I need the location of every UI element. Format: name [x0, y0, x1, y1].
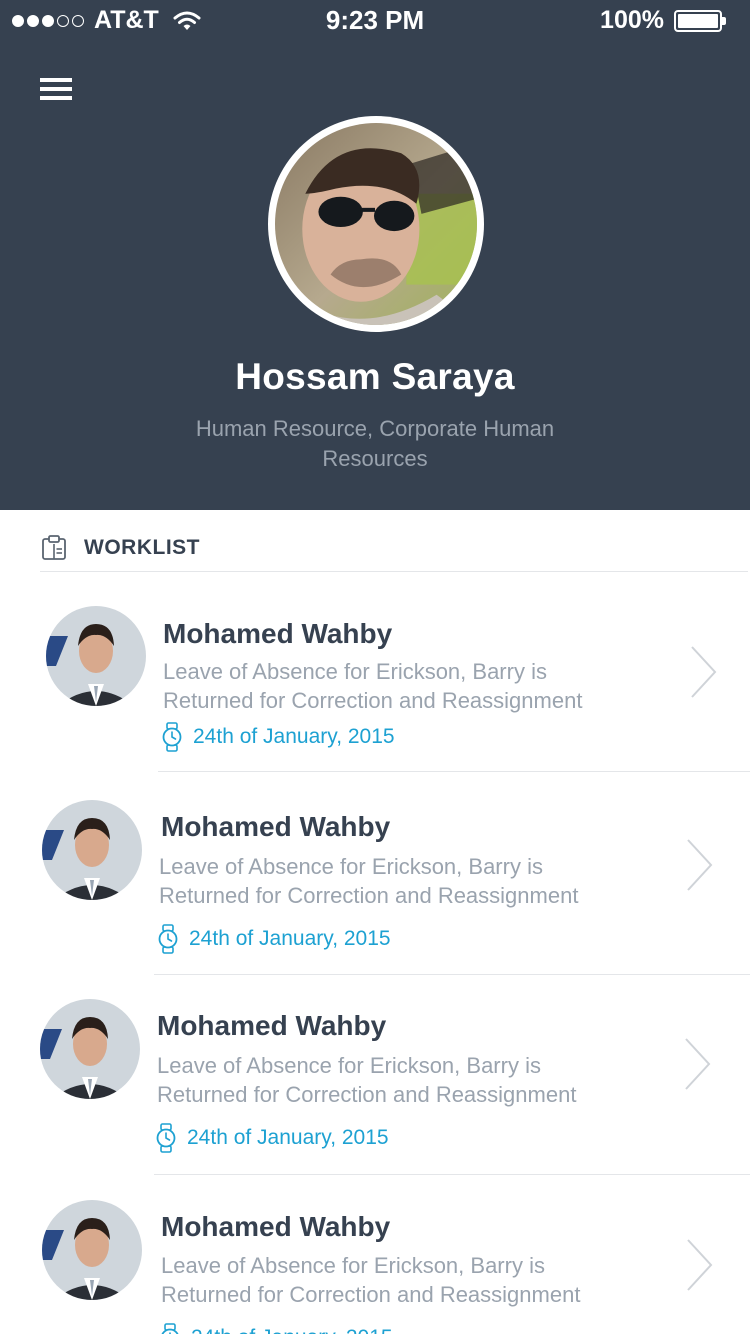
item-avatar — [42, 800, 142, 900]
status-bar: AT&T 9:23 PM 100% — [0, 0, 750, 40]
battery-icon — [674, 9, 726, 32]
hamburger-menu-icon[interactable] — [40, 78, 74, 102]
item-sender-name: Mohamed Wahby — [163, 618, 393, 649]
item-avatar — [40, 999, 140, 1099]
watch-icon — [162, 722, 182, 752]
item-date: 24th of January, 2015 — [189, 927, 391, 950]
chevron-right-icon[interactable] — [686, 838, 714, 892]
item-avatar-photo — [42, 800, 142, 900]
item-date: 24th of January, 2015 — [191, 1326, 393, 1334]
item-description: Leave of Absence for Erickson, Barry is … — [161, 1253, 581, 1307]
item-sender-name: Mohamed Wahby — [161, 1211, 391, 1242]
item-avatar — [42, 1200, 142, 1300]
watch-icon — [161, 1323, 179, 1334]
profile-photo — [275, 123, 477, 325]
chevron-right-icon[interactable] — [686, 1238, 714, 1292]
clipboard-icon — [42, 534, 66, 560]
item-sender-name: Mohamed Wahby — [161, 811, 391, 842]
worklist-item[interactable]: Mohamed Wahby Leave of Absence for Erick… — [0, 572, 750, 772]
item-date-row: 24th of January, 2015 — [157, 924, 391, 954]
item-description: Leave of Absence for Erickson, Barry is … — [157, 1053, 577, 1107]
chevron-right-icon[interactable] — [690, 645, 718, 699]
battery-percent: 100% — [600, 6, 664, 34]
profile-role: Human Resource, Corporate Human Resource… — [195, 416, 555, 471]
item-date: 24th of January, 2015 — [193, 725, 395, 748]
item-avatar — [46, 606, 146, 706]
app-screen: AT&T 9:23 PM 100% Hossam Saraya Human Re… — [0, 0, 750, 1334]
profile-name: Hossam Saraya — [235, 356, 515, 397]
worklist-item[interactable]: Mohamed Wahby Leave of Absence for Erick… — [0, 1175, 750, 1334]
worklist-item[interactable]: Mohamed Wahby Leave of Absence for Erick… — [0, 975, 750, 1175]
item-date-row: 24th of January, 2015 — [155, 1123, 389, 1153]
item-date-row: 24th of January, 2015 — [159, 1323, 393, 1334]
profile-avatar[interactable] — [268, 116, 484, 332]
chevron-right-icon[interactable] — [684, 1037, 712, 1091]
watch-icon — [156, 1123, 176, 1153]
item-date: 24th of January, 2015 — [187, 1126, 389, 1149]
worklist-title: WORKLIST — [84, 535, 200, 559]
item-sender-name: Mohamed Wahby — [157, 1010, 387, 1041]
item-avatar-photo — [42, 1200, 142, 1300]
item-avatar-photo — [40, 999, 140, 1099]
worklist-section-header: WORKLIST — [40, 530, 748, 572]
item-avatar-photo — [46, 606, 146, 706]
item-description: Leave of Absence for Erickson, Barry is … — [163, 659, 583, 713]
status-right: 100% — [600, 6, 726, 35]
profile-header: AT&T 9:23 PM 100% Hossam Saraya Human Re… — [0, 0, 750, 510]
item-date-row: 24th of January, 2015 — [161, 722, 395, 752]
item-description: Leave of Absence for Erickson, Barry is … — [159, 854, 579, 908]
worklist-item[interactable]: Mohamed Wahby Leave of Absence for Erick… — [0, 772, 750, 975]
watch-icon — [158, 924, 178, 954]
